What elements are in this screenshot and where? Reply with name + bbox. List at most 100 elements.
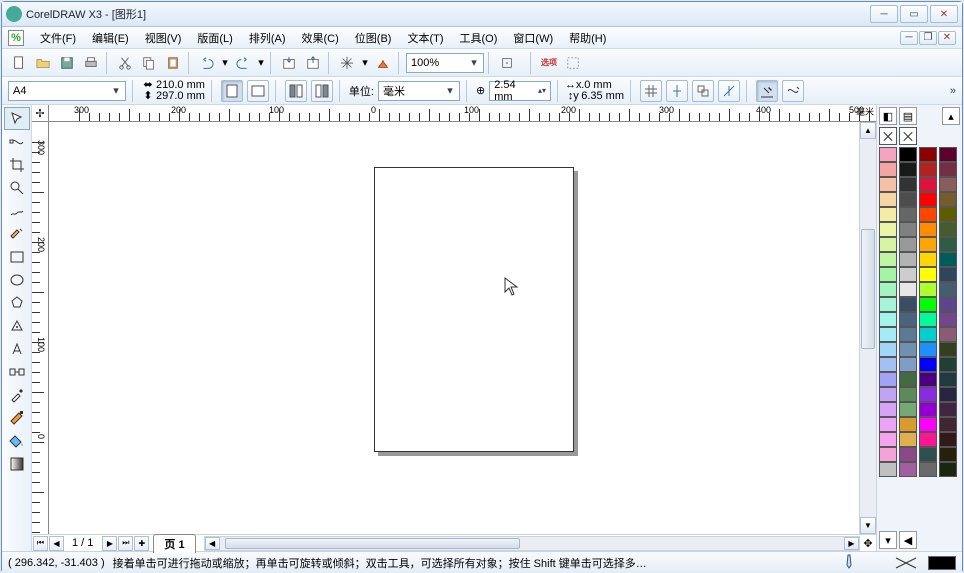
color-swatch[interactable] <box>899 222 917 237</box>
save-button[interactable] <box>56 52 78 74</box>
color-swatch[interactable] <box>899 192 917 207</box>
nudge-stepper-icon[interactable]: ▴▾ <box>536 86 548 95</box>
color-swatch[interactable] <box>939 402 957 417</box>
units-combo[interactable]: 毫米 ▾ <box>378 81 460 101</box>
color-swatch[interactable] <box>939 177 957 192</box>
color-swatch[interactable] <box>939 282 957 297</box>
mdi-restore-button[interactable]: ❐ <box>919 31 937 45</box>
scroll-right-button[interactable]: ▶ <box>844 537 859 550</box>
hscroll-thumb[interactable] <box>225 538 520 549</box>
new-button[interactable] <box>8 52 30 74</box>
rectangle-tool[interactable] <box>4 245 30 268</box>
color-swatch[interactable] <box>899 387 917 402</box>
color-swatch[interactable] <box>919 372 937 387</box>
color-swatch[interactable] <box>939 192 957 207</box>
dup-y[interactable]: 6.35 mm <box>581 91 624 102</box>
welcome-button[interactable] <box>372 52 394 74</box>
color-swatch[interactable] <box>899 402 917 417</box>
color-swatch[interactable] <box>879 357 897 372</box>
export-button[interactable] <box>302 52 324 74</box>
color-swatch[interactable] <box>939 327 957 342</box>
add-page-button[interactable]: ✚ <box>134 536 149 551</box>
color-swatch[interactable] <box>939 297 957 312</box>
color-swatch[interactable] <box>899 342 917 357</box>
color-swatch[interactable] <box>899 282 917 297</box>
paper-size-combo[interactable]: A4 ▾ <box>8 81 126 101</box>
menu-layout[interactable]: 版面(L) <box>191 28 238 48</box>
color-swatch[interactable] <box>899 357 917 372</box>
color-swatch[interactable] <box>939 387 957 402</box>
color-swatch[interactable] <box>879 297 897 312</box>
color-swatch[interactable] <box>899 177 917 192</box>
color-swatch[interactable] <box>939 312 957 327</box>
color-swatch[interactable] <box>879 312 897 327</box>
color-swatch[interactable] <box>919 387 937 402</box>
palette-menu-icon[interactable]: ◧ <box>879 107 897 125</box>
palette-scroll-up-icon[interactable]: ▴ <box>942 107 960 125</box>
zoom-tool[interactable] <box>4 176 30 199</box>
color-swatch[interactable] <box>919 147 937 162</box>
color-swatch[interactable] <box>899 417 917 432</box>
mdi-minimize-button[interactable]: ─ <box>900 31 918 45</box>
hint-button[interactable] <box>562 52 584 74</box>
color-swatch[interactable] <box>879 402 897 417</box>
color-swatch[interactable] <box>939 207 957 222</box>
color-swatch[interactable] <box>899 432 917 447</box>
first-page-button[interactable]: ⏮ <box>33 536 48 551</box>
no-outline-swatch[interactable] <box>899 127 917 145</box>
color-swatch[interactable] <box>939 342 957 357</box>
titlebar[interactable]: CorelDRAW X3 - [图形1] ─ ▭ ✕ <box>2 2 962 27</box>
open-button[interactable] <box>32 52 54 74</box>
palette-flyout-icon[interactable]: ▤ <box>899 107 917 125</box>
color-swatch[interactable] <box>879 372 897 387</box>
color-swatch[interactable] <box>879 327 897 342</box>
color-swatch[interactable] <box>939 267 957 282</box>
basic-shapes-tool[interactable] <box>4 314 30 337</box>
color-swatch[interactable] <box>899 297 917 312</box>
menu-file[interactable]: 文件(F) <box>34 28 82 48</box>
color-swatch[interactable] <box>919 417 937 432</box>
undo-dropdown[interactable]: ▾ <box>220 52 230 74</box>
color-swatch[interactable] <box>919 357 937 372</box>
color-swatch[interactable] <box>939 237 957 252</box>
color-swatch[interactable] <box>919 207 937 222</box>
redo-dropdown[interactable]: ▾ <box>256 52 266 74</box>
paper-dropdown-icon[interactable]: ▾ <box>109 84 123 97</box>
last-page-button[interactable]: ⏭ <box>118 536 133 551</box>
outline-pen-icon[interactable] <box>842 553 856 572</box>
color-swatch[interactable] <box>919 297 937 312</box>
color-swatch[interactable] <box>879 267 897 282</box>
smart-draw-tool[interactable] <box>4 222 30 245</box>
dup-x[interactable]: .0 mm <box>581 80 612 91</box>
menu-arrange[interactable]: 排列(A) <box>243 28 292 48</box>
zoom-combo[interactable]: 100% ▾ <box>406 53 484 73</box>
options-button[interactable]: 选项 <box>538 52 560 74</box>
color-swatch[interactable] <box>919 342 937 357</box>
color-swatch[interactable] <box>899 162 917 177</box>
pan-icon[interactable]: ✥ <box>860 537 876 550</box>
snap-object-button[interactable] <box>692 80 714 102</box>
menu-view[interactable]: 视图(V) <box>139 28 188 48</box>
color-swatch[interactable] <box>919 252 937 267</box>
color-swatch[interactable] <box>899 447 917 462</box>
current-page-button[interactable] <box>311 80 333 102</box>
color-swatch[interactable] <box>919 237 937 252</box>
color-swatch[interactable] <box>879 432 897 447</box>
color-swatch[interactable] <box>939 147 957 162</box>
color-swatch[interactable] <box>899 462 917 477</box>
interactive-fill-tool[interactable] <box>4 452 30 475</box>
page-width[interactable]: 210.0 mm <box>156 80 205 91</box>
fill-indicator[interactable] <box>928 556 956 570</box>
app-dropdown[interactable]: ▾ <box>360 52 370 74</box>
no-fill-swatch[interactable] <box>879 127 897 145</box>
shape-tool[interactable] <box>4 130 30 153</box>
menu-text[interactable]: 文本(T) <box>401 28 449 48</box>
toolbar-chevron-icon[interactable]: » <box>950 85 956 97</box>
menu-effects[interactable]: 效果(C) <box>296 28 345 48</box>
outline-tool[interactable] <box>4 406 30 429</box>
color-swatch[interactable] <box>919 432 937 447</box>
crop-tool[interactable] <box>4 153 30 176</box>
color-swatch[interactable] <box>939 252 957 267</box>
import-button[interactable] <box>278 52 300 74</box>
color-swatch[interactable] <box>939 372 957 387</box>
